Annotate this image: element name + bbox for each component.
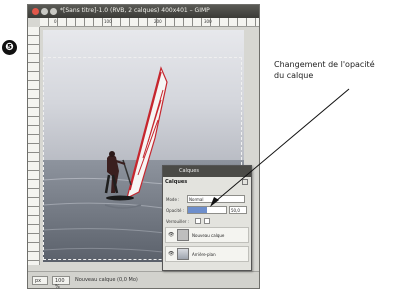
step-number-badge: ❺ [2, 40, 17, 55]
minimize-button[interactable] [41, 8, 48, 15]
ruler-label: 100 [104, 19, 112, 24]
vertical-ruler[interactable] [28, 27, 40, 265]
ruler-label: 200 [154, 19, 162, 24]
status-message: Nouveau calque (0,0 Mo) [75, 277, 138, 283]
layers-dialog-titlebar[interactable]: Calques [163, 166, 251, 177]
layer-row-new[interactable]: 👁 Nouveau calque [165, 227, 249, 243]
window-titlebar[interactable]: *[Sans titre]-1.0 (RVB, 2 calques) 400x4… [28, 5, 259, 18]
opacity-slider[interactable] [187, 206, 227, 214]
lock-label: Verrouiller : [166, 219, 190, 224]
tab-layers[interactable]: Calques [165, 179, 187, 185]
layer-thumbnail [177, 229, 189, 241]
status-bar: px 100 % Nouveau calque (0,0 Mo) [28, 271, 259, 288]
maximize-button[interactable] [50, 8, 57, 15]
lock-pixels-checkbox[interactable] [195, 218, 201, 224]
layer-name: Nouveau calque [192, 233, 225, 238]
horizontal-ruler[interactable]: 0 100 200 300 [40, 18, 259, 27]
zoom-select[interactable]: 100 % [52, 276, 70, 288]
layers-dialog-title: Calques [179, 168, 199, 174]
panel-menu-icon[interactable] [242, 179, 248, 185]
layer-thumbnail [177, 248, 189, 260]
ruler-label: 300 [204, 19, 212, 24]
opacity-value-input[interactable]: 50,0 [229, 206, 247, 214]
callout-line-1: Changement de l'opacité [274, 60, 375, 69]
unit-select[interactable]: px [32, 276, 48, 285]
close-button[interactable] [32, 8, 39, 15]
mode-label: Mode : [166, 197, 180, 202]
callout-line-2: du calque [274, 71, 314, 80]
layers-dialog: Calques Calques Mode : Normal Opacité : … [162, 165, 252, 271]
eye-icon[interactable]: 👁 [168, 251, 174, 257]
opacity-slider-fill [188, 207, 207, 213]
lock-alpha-checkbox[interactable] [204, 218, 210, 224]
callout-annotation: Changement de l'opacité du calque [274, 59, 398, 81]
layer-name: Arrière-plan [192, 252, 216, 257]
window-title: *[Sans titre]-1.0 (RVB, 2 calques) 400x4… [60, 7, 210, 14]
mode-select[interactable]: Normal [187, 195, 245, 203]
ruler-label: 0 [54, 19, 57, 24]
opacity-label: Opacité : [166, 208, 185, 213]
eye-icon[interactable]: 👁 [168, 232, 174, 238]
layer-row-background[interactable]: 👁 Arrière-plan [165, 246, 249, 262]
